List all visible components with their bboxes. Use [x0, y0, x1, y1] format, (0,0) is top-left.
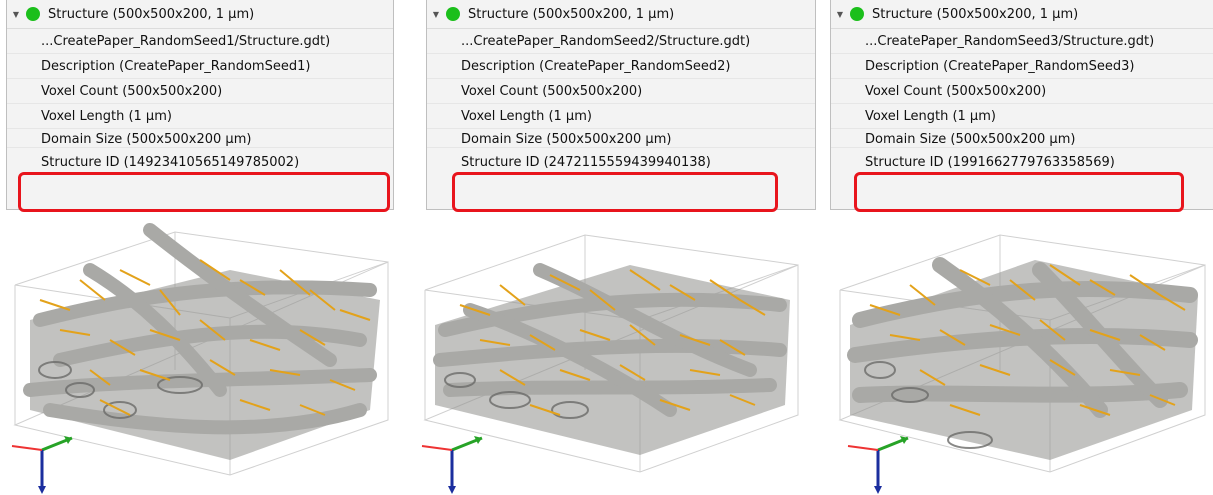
structure-title: Structure (500x500x200, 1 µm) [48, 6, 255, 22]
structure-title: Structure (500x500x200, 1 µm) [468, 6, 675, 22]
structure-tree-header[interactable]: ▼ Structure (500x500x200, 1 µm) [831, 0, 1213, 29]
structure-3d-view [838, 234, 1206, 494]
fiber-network [23, 223, 380, 460]
status-dot-icon [26, 7, 40, 21]
highlight-box [854, 172, 1184, 212]
status-dot-icon [850, 7, 864, 21]
tree-item-file[interactable]: ...CreatePaper_RandomSeed1/Structure.gdt… [7, 29, 393, 54]
tree-item-voxel-length[interactable]: Voxel Length (1 µm) [831, 104, 1213, 129]
tree-item-domain-size[interactable]: Domain Size (500x500x200 µm) [7, 129, 393, 148]
structure-title: Structure (500x500x200, 1 µm) [872, 6, 1079, 22]
expand-caret-icon[interactable]: ▼ [9, 10, 23, 19]
expand-caret-icon[interactable]: ▼ [833, 10, 847, 19]
structure-tree-header[interactable]: ▼ Structure (500x500x200, 1 µm) [427, 0, 815, 29]
tree-item-voxel-length[interactable]: Voxel Length (1 µm) [7, 104, 393, 129]
axis-triad-icon [847, 436, 909, 494]
tree-item-voxel-count[interactable]: Voxel Count (500x500x200) [427, 79, 815, 104]
highlight-box [452, 172, 778, 212]
tree-item-description[interactable]: Description (CreatePaper_RandomSeed3) [831, 54, 1213, 79]
tree-item-voxel-count[interactable]: Voxel Count (500x500x200) [7, 79, 393, 104]
tree-item-domain-size[interactable]: Domain Size (500x500x200 µm) [831, 129, 1213, 148]
status-dot-icon [446, 7, 460, 21]
tree-item-description[interactable]: Description (CreatePaper_RandomSeed2) [427, 54, 815, 79]
axis-triad-icon [11, 436, 73, 494]
tree-item-voxel-count[interactable]: Voxel Count (500x500x200) [831, 79, 1213, 104]
tree-item-domain-size[interactable]: Domain Size (500x500x200 µm) [427, 129, 815, 148]
fiber-network [433, 263, 790, 455]
tree-item-voxel-length[interactable]: Voxel Length (1 µm) [427, 104, 815, 129]
structure-3d-view [11, 223, 389, 494]
highlight-box [18, 172, 390, 212]
structure-3d-view [421, 234, 799, 494]
tree-item-file[interactable]: ...CreatePaper_RandomSeed2/Structure.gdt… [427, 29, 815, 54]
axis-triad-icon [421, 436, 483, 494]
expand-caret-icon[interactable]: ▼ [429, 10, 443, 19]
structure-tree-header[interactable]: ▼ Structure (500x500x200, 1 µm) [7, 0, 393, 29]
fiber-network [847, 257, 1198, 460]
tree-item-description[interactable]: Description (CreatePaper_RandomSeed1) [7, 54, 393, 79]
tree-item-file[interactable]: ...CreatePaper_RandomSeed3/Structure.gdt… [831, 29, 1213, 54]
